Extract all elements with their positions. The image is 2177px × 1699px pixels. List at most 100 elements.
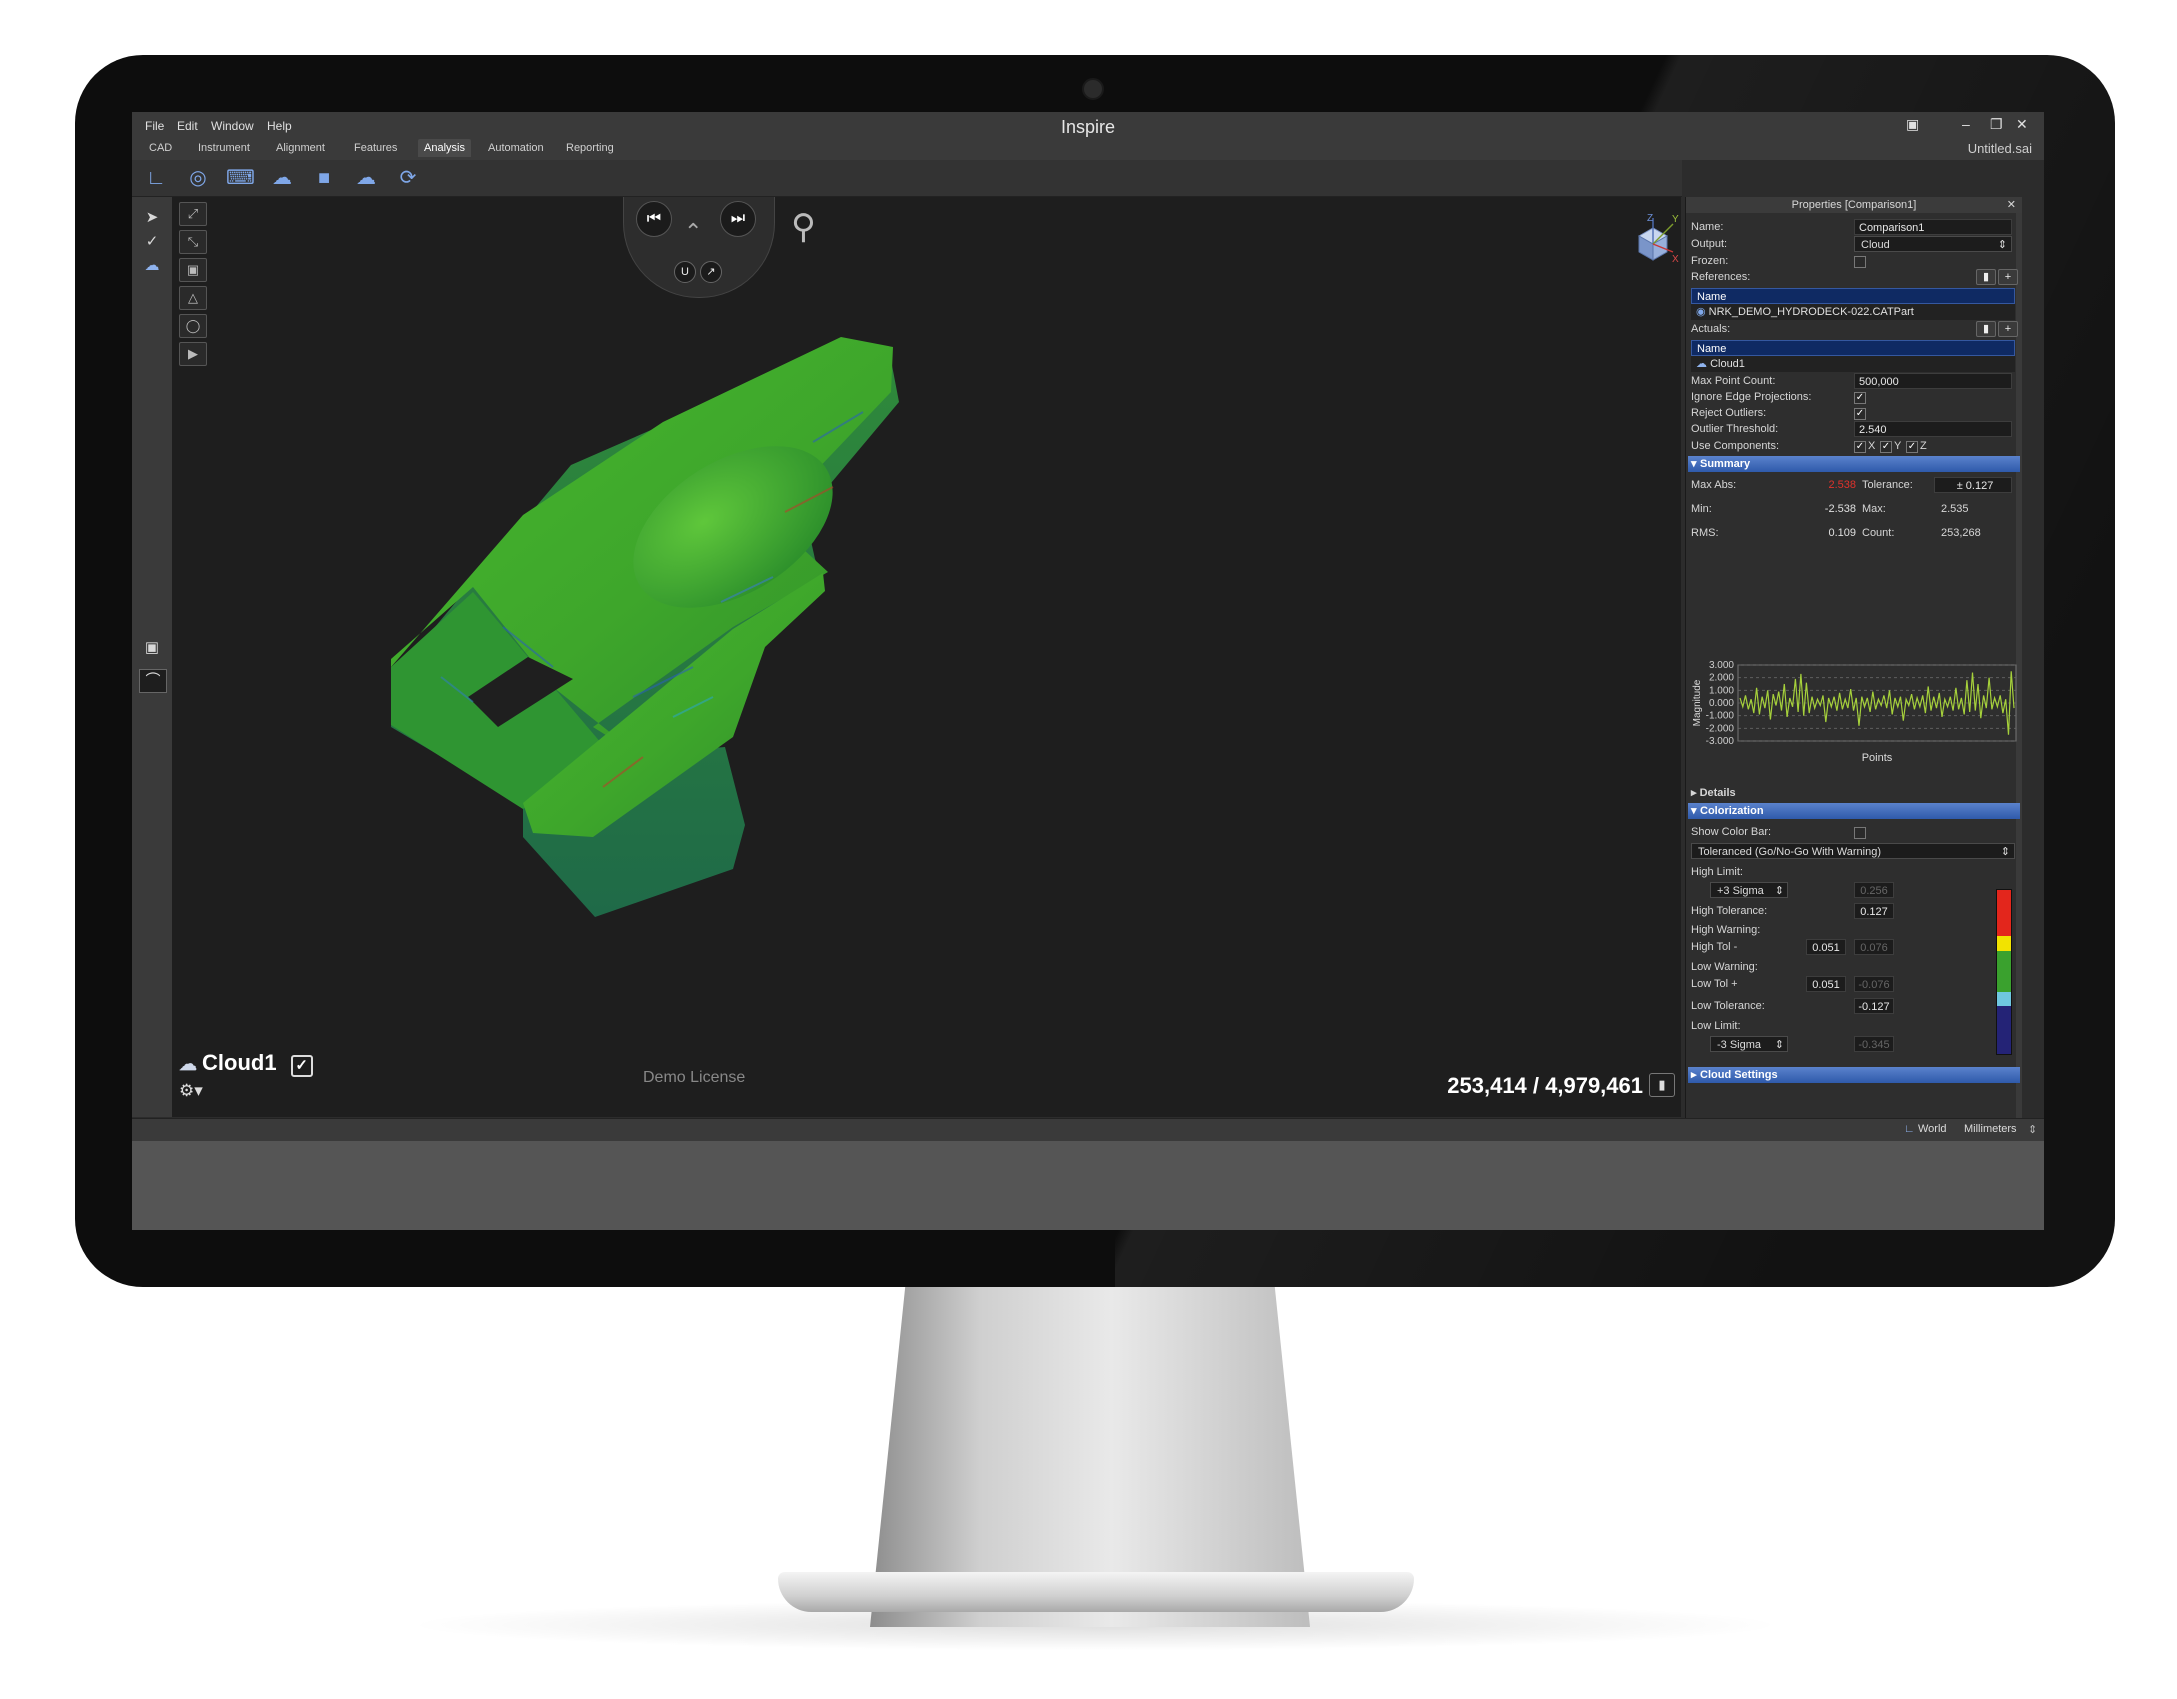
- expand-icon: ▸: [1691, 787, 1700, 799]
- tolerance-field[interactable]: ± 0.127: [1934, 477, 2012, 493]
- left-tool-strip: ➤ ✓ ☁ ▣ ⌒: [132, 197, 173, 1117]
- high-tol-minus-field[interactable]: 0.051: [1806, 939, 1846, 955]
- point-cloud-model[interactable]: [173, 197, 1681, 1117]
- high-tolerance-label: High Tolerance:: [1691, 905, 1768, 917]
- component-x-label: X: [1868, 440, 1876, 452]
- webcam-dot: [1082, 78, 1104, 100]
- reference-item[interactable]: ◉ NRK_DEMO_HYDRODECK-022.CATPart: [1691, 304, 2015, 320]
- high-limit-label: High Limit:: [1691, 866, 1743, 878]
- chevron-updown-icon: ⇕: [2000, 846, 2010, 858]
- high-limit-mode: +3 Sigma: [1717, 885, 1764, 897]
- ribbon-tabs: CAD Instrument Alignment Features Analys…: [132, 138, 2044, 160]
- arc-tool-icon[interactable]: ⌒: [139, 669, 167, 693]
- actuals-list-header: Name: [1691, 340, 2015, 356]
- output-select[interactable]: Cloud ⇕: [1854, 236, 2012, 252]
- count-label: Count:: [1862, 527, 1895, 539]
- collapse-icon: ▾: [1691, 805, 1697, 817]
- component-y-checkbox[interactable]: ✓: [1880, 441, 1892, 453]
- colorization-mode: Toleranced (Go/No-Go With Warning): [1698, 846, 1881, 858]
- max-point-count-field[interactable]: 500,000: [1854, 373, 2012, 389]
- monitor-base: [778, 1572, 1414, 1612]
- delete-actual-icon[interactable]: ▮: [1976, 321, 1996, 337]
- trash-icon[interactable]: ▮: [1649, 1073, 1675, 1097]
- outlier-threshold-field[interactable]: 2.540: [1854, 421, 2012, 437]
- summary-section-header[interactable]: ▾ Summary: [1688, 456, 2020, 472]
- rms-label: RMS:: [1691, 527, 1719, 539]
- colorization-mode-select[interactable]: Toleranced (Go/No-Go With Warning) ⇕: [1691, 843, 2015, 859]
- output-label: Output:: [1691, 238, 1728, 250]
- cloud-icon: ☁: [1696, 358, 1711, 370]
- lasso-select-icon[interactable]: ✓: [139, 231, 165, 253]
- ignore-edge-label: Ignore Edge Projections:: [1691, 391, 1812, 403]
- 3d-viewport[interactable]: ⤢ ⤡ ▣ △ ◯ ▶ ⏮ ⏭ ⌃ U ↗ ⚲ Z Y X ☁ Cloud1 ✓…: [173, 197, 1681, 1117]
- tab-automation[interactable]: Automation: [484, 142, 548, 154]
- component-z-label: Z: [1920, 440, 1927, 452]
- output-value: Cloud: [1861, 239, 1890, 251]
- tab-cad[interactable]: CAD: [145, 142, 176, 154]
- save-icon[interactable]: ▣: [1906, 116, 1919, 133]
- outlier-threshold-label: Outlier Threshold:: [1691, 423, 1779, 435]
- tab-reporting[interactable]: Reporting: [562, 142, 618, 154]
- restore-icon[interactable]: ❐: [1990, 116, 2003, 133]
- name-label: Name:: [1691, 221, 1724, 233]
- part-icon: ◉: [1696, 306, 1709, 318]
- use-components-label: Use Components:: [1691, 440, 1780, 452]
- add-reference-icon[interactable]: +: [1998, 269, 2018, 285]
- y-tick-label: 3.000: [1709, 660, 1734, 671]
- frozen-label: Frozen:: [1691, 255, 1729, 267]
- camera-snapshot-icon[interactable]: ▣: [139, 637, 165, 659]
- colorization-title: Colorization: [1700, 805, 1764, 817]
- world-frame-icon: ∟: [1904, 1123, 1915, 1135]
- name-field[interactable]: Comparison1: [1854, 219, 2012, 235]
- low-tol-plus-field[interactable]: 0.051: [1806, 976, 1846, 992]
- units-select[interactable]: Millimeters: [1964, 1123, 2017, 1135]
- add-actual-icon[interactable]: +: [1998, 321, 2018, 337]
- y-axis-label: Magnitude: [1692, 679, 1703, 726]
- probe-arm-icon[interactable]: ⌨: [226, 166, 255, 190]
- cloud-visible-checkbox[interactable]: ✓: [290, 1055, 313, 1077]
- delete-reference-icon[interactable]: ▮: [1976, 269, 1996, 285]
- axes-icon[interactable]: ∟: [142, 166, 170, 190]
- high-limit-field: 0.256: [1854, 882, 1894, 898]
- collapse-icon: ▾: [1691, 458, 1697, 470]
- ignore-edge-checkbox[interactable]: ✓: [1854, 392, 1866, 404]
- coordinate-frame[interactable]: World: [1918, 1123, 1947, 1135]
- cloud-compare-icon[interactable]: ☁: [268, 166, 296, 190]
- high-limit-mode-select[interactable]: +3 Sigma ⇕: [1710, 882, 1788, 898]
- cloud-name-label: ☁ Cloud1 ✓: [179, 1050, 313, 1077]
- tab-features[interactable]: Features: [350, 142, 401, 154]
- details-row[interactable]: ▸ Details: [1691, 786, 1736, 799]
- frozen-checkbox[interactable]: [1854, 256, 1866, 268]
- sphere-scan-icon[interactable]: ◎: [184, 166, 212, 190]
- panel-close-icon[interactable]: ✕: [2007, 197, 2016, 213]
- refresh-target-icon[interactable]: ⟳: [394, 166, 422, 190]
- color-bar-red: [1997, 890, 2011, 936]
- cube-icon[interactable]: ■: [310, 166, 338, 190]
- actual-item[interactable]: ☁ Cloud1: [1691, 356, 2015, 372]
- tab-alignment[interactable]: Alignment: [272, 142, 329, 154]
- colorization-section-header[interactable]: ▾ Colorization: [1688, 803, 2020, 819]
- reject-outliers-checkbox[interactable]: ✓: [1854, 408, 1866, 420]
- high-tolerance-field[interactable]: 0.127: [1854, 903, 1894, 919]
- cloud-tool-icon[interactable]: ☁: [139, 255, 165, 277]
- color-bar-green: [1997, 950, 2011, 992]
- cloud-settings-section-header[interactable]: ▸ Cloud Settings: [1688, 1067, 2020, 1083]
- min-label: Min:: [1691, 503, 1712, 515]
- demo-license-watermark: Demo License: [643, 1069, 746, 1086]
- select-arrow-icon[interactable]: ➤: [139, 207, 165, 229]
- close-icon[interactable]: ✕: [2016, 116, 2028, 133]
- minimize-icon[interactable]: –: [1962, 116, 1970, 132]
- show-color-bar-checkbox[interactable]: [1854, 827, 1866, 839]
- cloud-icon[interactable]: ☁: [352, 166, 380, 190]
- cloud-settings-gear-icon[interactable]: ⚙▾: [179, 1081, 203, 1101]
- low-limit-mode-select[interactable]: -3 Sigma ⇕: [1710, 1036, 1788, 1052]
- tab-analysis[interactable]: Analysis: [418, 139, 471, 157]
- component-z-checkbox[interactable]: ✓: [1906, 441, 1918, 453]
- low-tolerance-field[interactable]: -0.127: [1854, 998, 1894, 1014]
- component-x-checkbox[interactable]: ✓: [1854, 441, 1866, 453]
- low-tolerance-label: Low Tolerance:: [1691, 1000, 1765, 1012]
- y-tick-label: -2.000: [1706, 723, 1735, 734]
- count-value: 253,268: [1941, 527, 1981, 539]
- low-limit-field: -0.345: [1854, 1036, 1894, 1052]
- tab-instrument[interactable]: Instrument: [194, 142, 254, 154]
